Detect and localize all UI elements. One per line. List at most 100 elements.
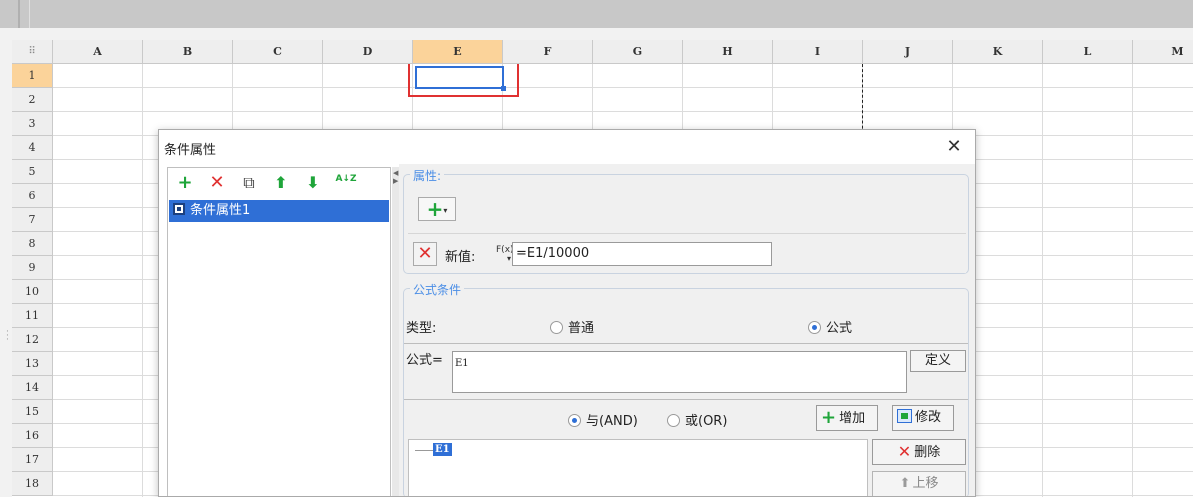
move-up-label: 上移: [912, 476, 939, 491]
column-header-d[interactable]: D: [323, 40, 413, 64]
add-condition-icon[interactable]: +: [174, 172, 196, 194]
move-down-icon[interactable]: ⬇: [302, 172, 324, 194]
new-value-row: ✕ 新值: F(x) =E1/10000: [408, 233, 966, 273]
condition-item-label: 条件属性1: [190, 203, 251, 218]
logic-and-label: 与(AND): [586, 414, 638, 429]
row-header-3[interactable]: 3: [12, 112, 53, 136]
sort-icon[interactable]: A↓Z: [332, 172, 360, 194]
column-header-c[interactable]: C: [233, 40, 323, 64]
row-header-14[interactable]: 14: [12, 376, 53, 400]
radio-formula-dot: [808, 321, 821, 334]
formula-fx-icon[interactable]: F(x): [496, 245, 514, 263]
remove-condition-label: 删除: [914, 445, 941, 460]
condition-tree[interactable]: E1: [408, 439, 868, 496]
delete-condition-icon[interactable]: ✕: [206, 172, 228, 194]
row-header-16[interactable]: 16: [12, 424, 53, 448]
row-header-4[interactable]: 4: [12, 136, 53, 160]
close-icon[interactable]: ✕: [943, 136, 965, 158]
row-header-7[interactable]: 7: [12, 208, 53, 232]
type-formula-radio[interactable]: 公式: [808, 317, 852, 336]
splitter-grip-icon[interactable]: · · ·: [6, 328, 9, 345]
collapse-arrows-icon[interactable]: ◀ ▶: [393, 169, 398, 185]
define-button[interactable]: 定义: [910, 350, 966, 372]
left-edge-panel: · · ·: [0, 40, 12, 497]
properties-pane: 属性: +▾ ✕ 新值: F(x) =E1/10000 公式条件 类型: 普通 …: [399, 164, 975, 496]
condition-item-icon: [173, 203, 185, 215]
formula-condition-group: 公式条件 类型: 普通 公式 公式= E1 定义 与(AND) 或(OR) + 增…: [403, 281, 969, 496]
row-header-8[interactable]: 8: [12, 232, 53, 256]
app-root: · · · ⠿ A B C D E F G H I J K L M 1 2 3 4 5 6 7 8 9 10 11 12 13 14 15…: [0, 0, 1193, 497]
condition-list-item[interactable]: 条件属性1: [169, 200, 389, 222]
add-attribute-button[interactable]: +▾: [418, 197, 456, 221]
column-header-a[interactable]: A: [53, 40, 143, 64]
row-header-15[interactable]: 15: [12, 400, 53, 424]
logic-or-radio[interactable]: 或(OR): [667, 410, 727, 429]
radio-or-dot: [667, 414, 680, 427]
dialog-title-bar: 条件属性 ✕: [159, 130, 975, 164]
copy-condition-icon[interactable]: ⧉: [238, 172, 260, 194]
row-header-6[interactable]: 6: [12, 184, 53, 208]
type-normal-radio[interactable]: 普通: [550, 317, 594, 336]
new-value-input[interactable]: =E1/10000: [512, 242, 772, 266]
type-label: 类型:: [406, 321, 437, 336]
edit-condition-label: 修改: [915, 410, 942, 425]
remove-condition-button[interactable]: ✕ 删除: [872, 439, 966, 465]
divider: [404, 399, 968, 400]
plus-icon: +: [821, 407, 837, 428]
condition-attributes-dialog: 条件属性 ✕ + ✕ ⧉ ⬆ ⬇ A↓Z 条件属性1 ◀ ▶ 属性: +▾ ✕ …: [158, 129, 976, 497]
row-header-10[interactable]: 10: [12, 280, 53, 304]
selected-cell-highlight: [408, 59, 519, 97]
type-normal-label: 普通: [568, 321, 595, 336]
row-header-11[interactable]: 11: [12, 304, 53, 328]
move-up-icon[interactable]: ⬆: [270, 172, 292, 194]
toolbar-gap: [0, 28, 1193, 40]
edit-condition-button[interactable]: 修改: [892, 405, 954, 431]
row-header-5[interactable]: 5: [12, 160, 53, 184]
column-header-i[interactable]: I: [773, 40, 863, 64]
column-header-j[interactable]: J: [863, 40, 953, 64]
row-header-2[interactable]: 2: [12, 88, 53, 112]
column-header-m[interactable]: M: [1133, 40, 1193, 64]
formula-input[interactable]: E1: [452, 351, 907, 393]
divider: [404, 343, 968, 344]
top-toolbar-strip: [0, 0, 1193, 28]
column-header-f[interactable]: F: [503, 40, 593, 64]
move-up-button[interactable]: ⬆ 上移: [872, 471, 966, 496]
plus-icon: +: [426, 197, 444, 221]
arrow-up-icon: ⬆: [899, 476, 911, 491]
column-header-k[interactable]: K: [953, 40, 1043, 64]
radio-and-dot: [568, 414, 581, 427]
attributes-group: 属性: +▾ ✕ 新值: F(x) =E1/10000: [403, 167, 969, 274]
column-header-e[interactable]: E: [413, 40, 503, 64]
column-header-g[interactable]: G: [593, 40, 683, 64]
column-header-l[interactable]: L: [1043, 40, 1133, 64]
logic-or-label: 或(OR): [685, 414, 728, 429]
tree-connector: [415, 450, 433, 451]
row-header-9[interactable]: 9: [12, 256, 53, 280]
row-header-13[interactable]: 13: [12, 352, 53, 376]
row-header-1[interactable]: 1: [12, 64, 53, 88]
row-header-17[interactable]: 17: [12, 448, 53, 472]
condition-list-pane: + ✕ ⧉ ⬆ ⬇ A↓Z 条件属性1: [167, 167, 391, 496]
row-header-12[interactable]: 12: [12, 328, 53, 352]
chevron-down-icon: ▾: [443, 206, 448, 215]
row-header-18[interactable]: 18: [12, 472, 53, 496]
select-all-corner[interactable]: ⠿: [12, 40, 53, 64]
add-condition-label: 增加: [839, 411, 866, 426]
condition-list-toolbar: + ✕ ⧉ ⬆ ⬇ A↓Z: [168, 168, 390, 198]
delete-attribute-button[interactable]: ✕: [413, 242, 437, 266]
type-formula-label: 公式: [826, 321, 853, 336]
edit-icon: [897, 409, 912, 423]
logic-and-radio[interactable]: 与(AND): [568, 410, 638, 429]
new-value-label: 新值:: [445, 250, 476, 265]
column-header-b[interactable]: B: [143, 40, 233, 64]
tree-node[interactable]: E1: [433, 443, 452, 456]
add-condition-button[interactable]: + 增加: [816, 405, 878, 431]
condition-list: 条件属性1: [169, 200, 389, 222]
column-header-h[interactable]: H: [683, 40, 773, 64]
formula-condition-legend: 公式条件: [410, 281, 465, 298]
delete-icon: ✕: [897, 442, 912, 461]
toolbar-drag-handle[interactable]: [14, 0, 30, 28]
formula-label: 公式=: [406, 353, 443, 368]
dialog-title: 条件属性: [164, 143, 217, 158]
